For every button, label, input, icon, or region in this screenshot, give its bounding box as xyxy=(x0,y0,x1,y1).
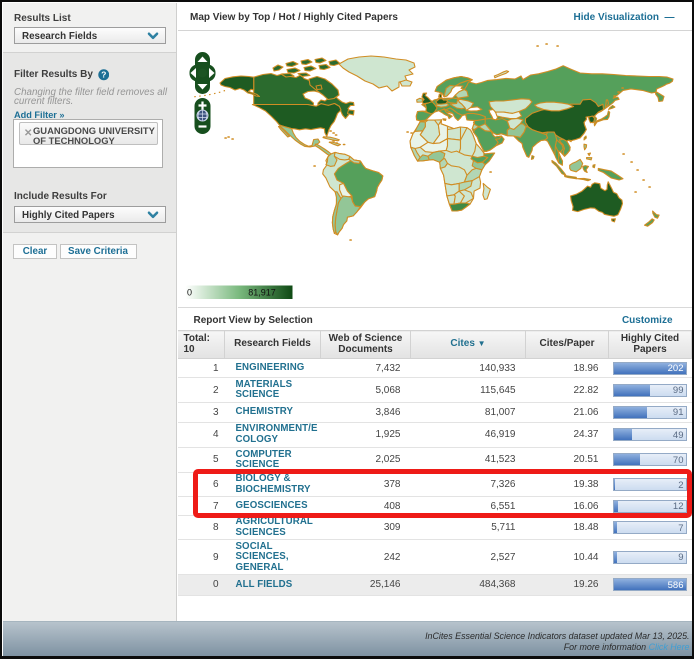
svg-text:0: 0 xyxy=(187,287,192,297)
svg-text:81,917: 81,917 xyxy=(248,287,276,297)
svg-text:?: ? xyxy=(101,70,106,80)
